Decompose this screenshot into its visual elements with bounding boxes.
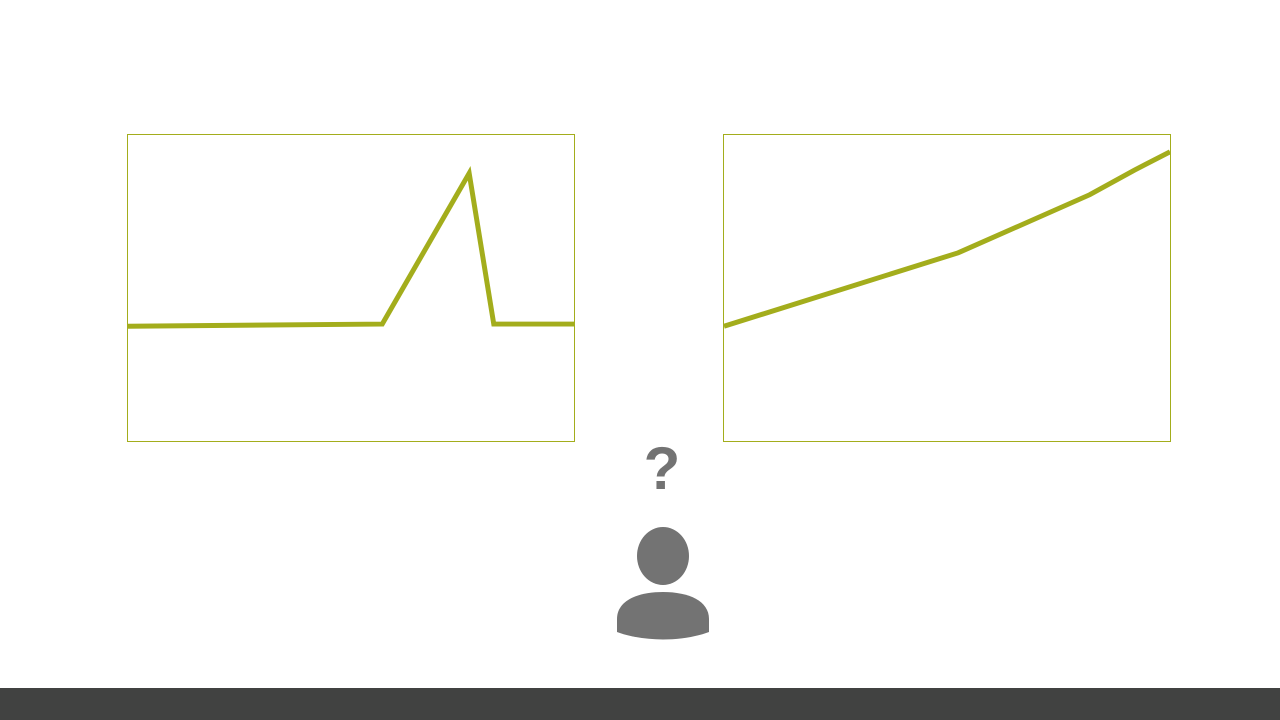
person-body — [617, 592, 709, 640]
person-head — [637, 527, 689, 585]
left-chart — [127, 134, 575, 442]
slide: ? — [0, 0, 1280, 720]
left-chart-series-line — [128, 165, 574, 329]
right-chart-series-line — [724, 149, 1170, 329]
question-mark: ? — [643, 435, 681, 502]
footer-bar — [0, 688, 1280, 720]
right-chart — [723, 134, 1171, 442]
person-icon — [617, 527, 709, 640]
right-chart-plot — [724, 149, 1170, 329]
left-chart-plot — [128, 165, 574, 329]
